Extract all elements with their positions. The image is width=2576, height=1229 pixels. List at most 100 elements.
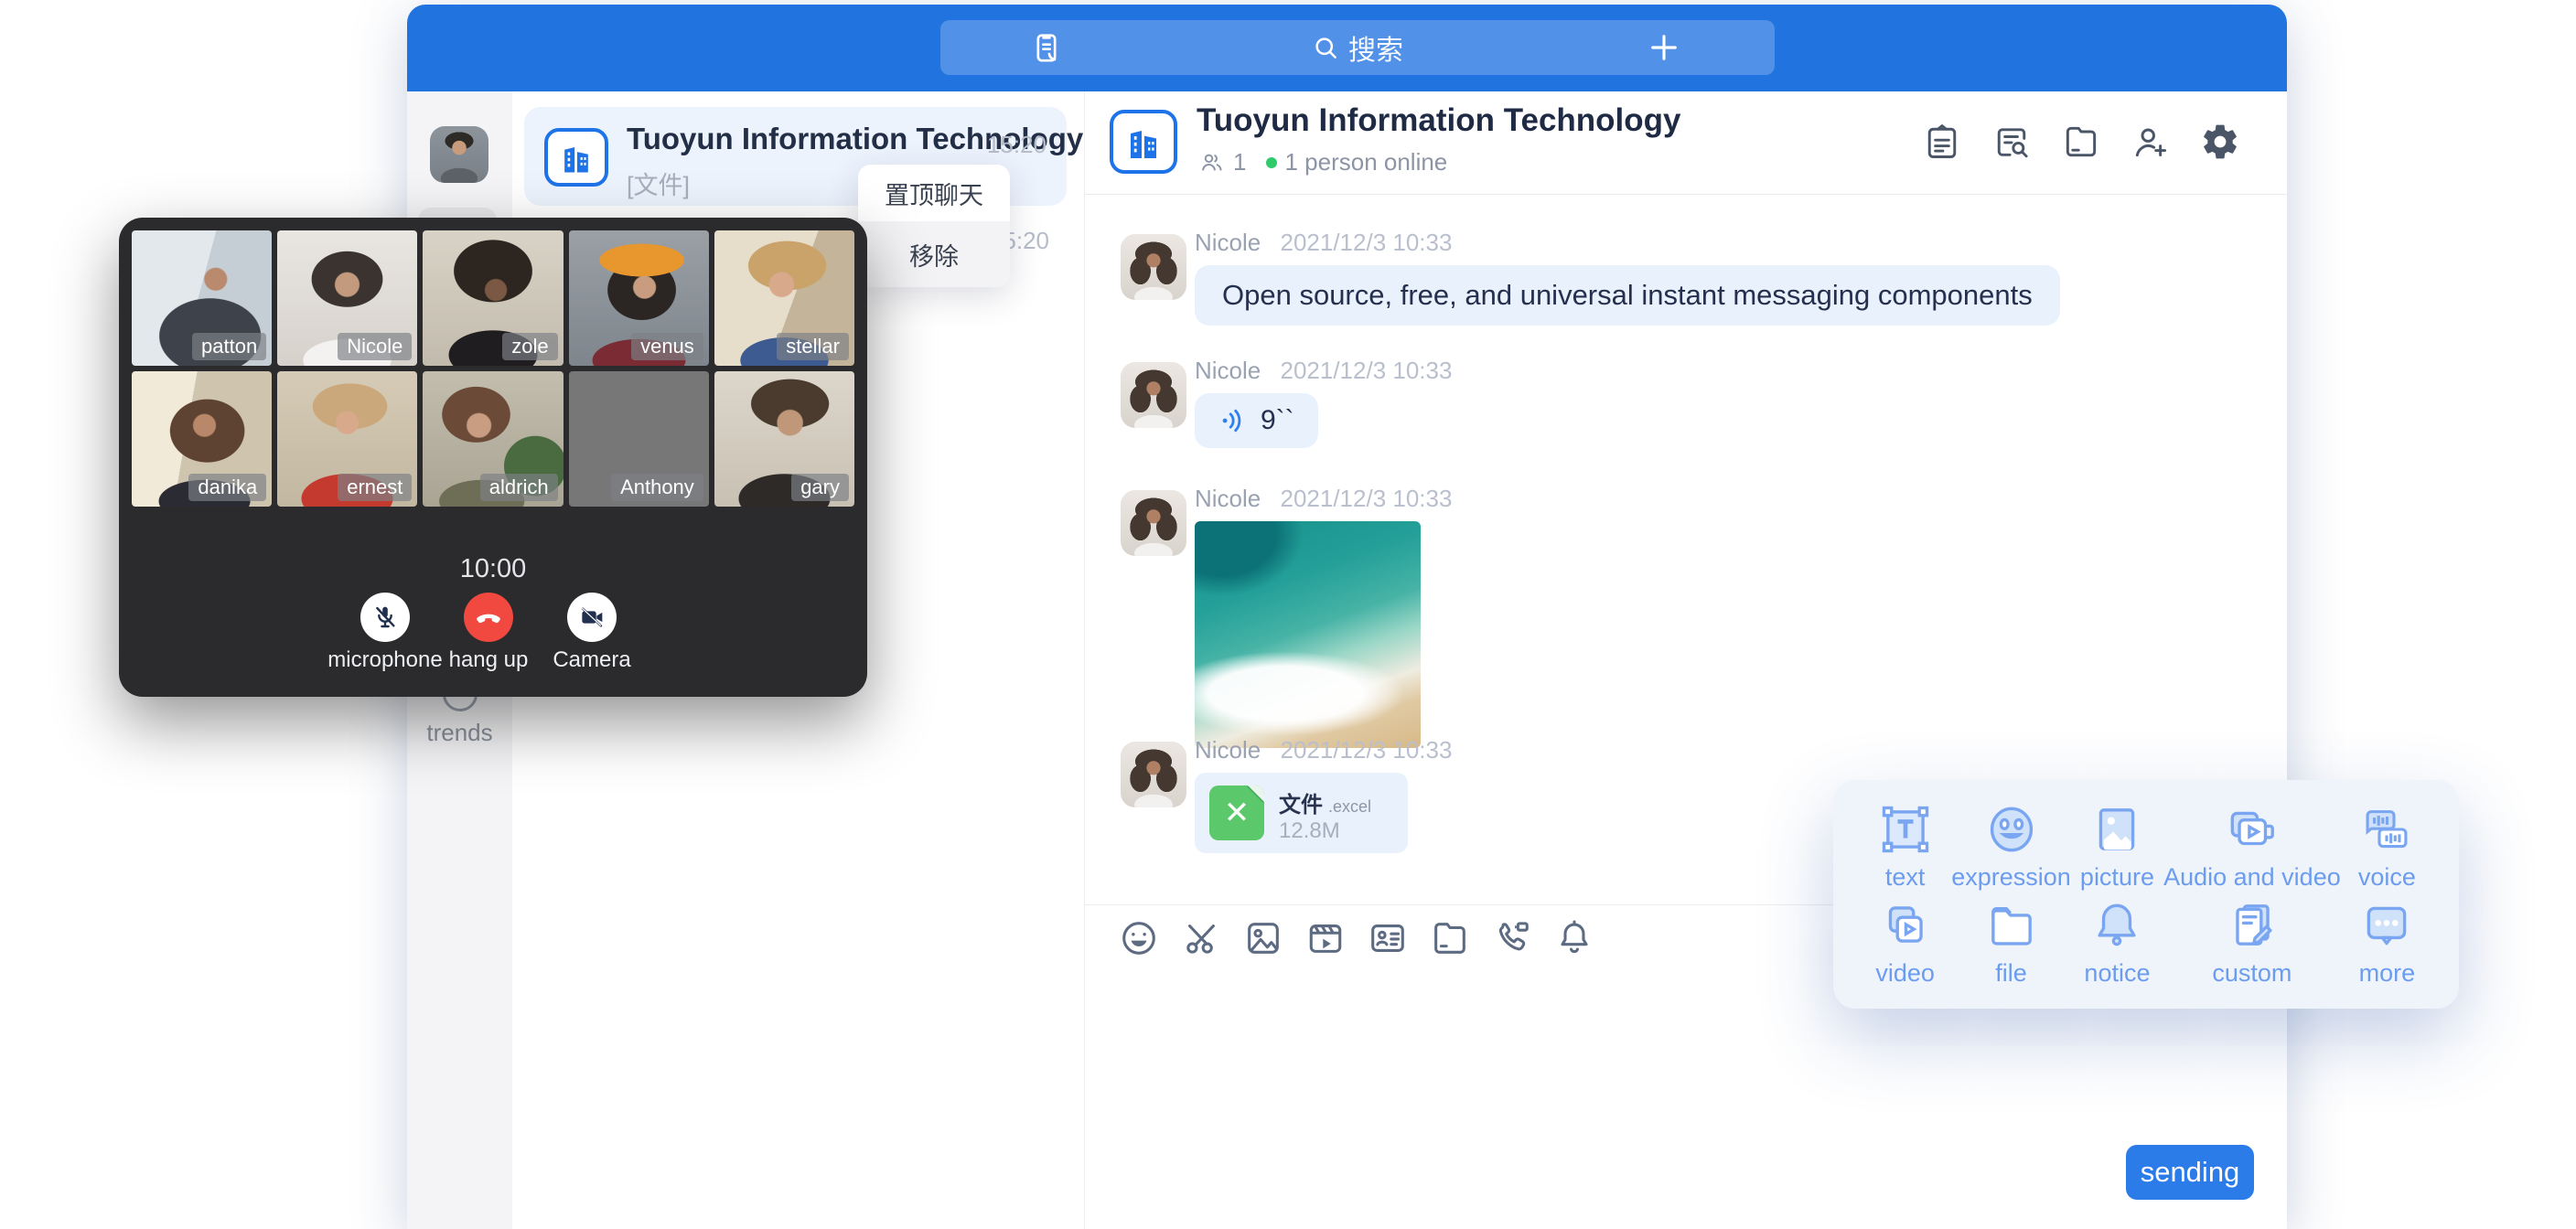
panel-item-notice[interactable]: notice [2071, 894, 2163, 990]
panel-item-picture[interactable]: picture [2071, 798, 2163, 894]
message-bubble[interactable]: Open source, free, and universal instant… [1195, 265, 2060, 326]
hang-up-icon [473, 602, 504, 633]
participant-name: ernest [338, 474, 412, 501]
group-call-window[interactable]: patton Nicole zole venus stellar danika … [119, 218, 867, 697]
camera-mute-button[interactable] [567, 593, 617, 642]
expression-icon [1983, 801, 2040, 858]
panel-label: picture [2080, 863, 2154, 892]
message-time: 2021/12/3 10:33 [1280, 229, 1452, 256]
panel-label: custom [2212, 959, 2292, 988]
chat-panel: Tuoyun Information Technology 1 1 person… [1085, 91, 2287, 1229]
chat-header: Tuoyun Information Technology 1 1 person… [1085, 91, 2287, 195]
notice-icon [2088, 897, 2145, 954]
participant-name: aldrich [480, 474, 558, 501]
context-menu: 置顶聊天 移除 [858, 165, 1010, 287]
poll-icon[interactable] [1921, 121, 1963, 163]
file-ext: .excel [1328, 797, 1371, 816]
trends-label: trends [407, 719, 512, 747]
member-count: 1 [1233, 148, 1246, 176]
video-tile[interactable]: ernest [277, 371, 417, 507]
text-icon [1877, 801, 1934, 858]
sender-name: Nicole [1195, 229, 1261, 256]
sender-name: Nicole [1195, 736, 1261, 764]
contact-card-icon[interactable] [1367, 917, 1409, 959]
menu-item-pin-chat[interactable]: 置顶聊天 [858, 165, 1010, 221]
add-member-icon[interactable] [2130, 121, 2172, 163]
file-panel-icon [1983, 897, 2040, 954]
panel-label: voice [2358, 863, 2416, 892]
call-icon[interactable] [1491, 917, 1533, 959]
video-tile[interactable]: danika [132, 371, 272, 507]
search-history-icon[interactable] [1991, 121, 2033, 163]
member-row: 1 1 person online [1198, 148, 1447, 176]
video-tile[interactable]: stellar [714, 230, 854, 366]
message-time: 2021/12/3 10:33 [1280, 357, 1452, 384]
participant-name: patton [192, 333, 266, 360]
participant-name: danika [188, 474, 266, 501]
video-tile[interactable]: patton [132, 230, 272, 366]
video-clapper-icon[interactable] [1304, 917, 1347, 959]
custom-icon [2224, 897, 2281, 954]
add-icon[interactable] [1645, 28, 1683, 67]
participant-name: Anthony [611, 474, 703, 501]
screenshot-scissors-icon[interactable] [1180, 917, 1222, 959]
panel-item-text[interactable]: text [1859, 798, 1951, 894]
online-dot-icon [1266, 157, 1277, 168]
folder-icon[interactable] [1429, 917, 1471, 959]
panel-item-custom[interactable]: custom [2163, 894, 2341, 990]
voice-bubble[interactable]: 9`` [1195, 393, 1318, 448]
files-icon[interactable] [2060, 121, 2102, 163]
search-placeholder: 搜索 [1348, 27, 1403, 68]
search-icon [1312, 34, 1339, 61]
file-bubble[interactable]: ✕ 文件.excel 12.8M [1195, 773, 1408, 853]
video-tile[interactable]: aldrich [423, 371, 563, 507]
avatar[interactable] [1121, 490, 1186, 556]
panel-label: Audio and video [2163, 863, 2341, 892]
panel-item-video[interactable]: video [1859, 894, 1951, 990]
panel-item-expression[interactable]: expression [1951, 798, 2071, 894]
panel-label: file [1995, 959, 2027, 988]
search-bar[interactable]: 搜索 [940, 20, 1775, 75]
panel-label: more [2359, 959, 2416, 988]
menu-item-remove[interactable]: 移除 [858, 221, 1010, 287]
notification-bell-icon[interactable] [1553, 917, 1595, 959]
avatar[interactable] [1121, 234, 1186, 300]
organization-icon [1110, 110, 1177, 174]
avatar[interactable] [1121, 362, 1186, 428]
panel-item-voice[interactable]: voice [2341, 798, 2433, 894]
send-button[interactable]: sending [2126, 1145, 2254, 1200]
panel-item-more[interactable]: more [2341, 894, 2433, 990]
beach-photo[interactable] [1195, 521, 1421, 748]
microphone-muted-icon [370, 603, 400, 632]
video-tile[interactable]: Nicole [277, 230, 417, 366]
camera-label: Camera [500, 647, 683, 673]
hang-up-button[interactable] [464, 593, 513, 642]
video-tile[interactable]: Anthony [569, 371, 709, 507]
video-tile[interactable]: gary [714, 371, 854, 507]
avatar[interactable] [1121, 742, 1186, 807]
video-tile[interactable]: venus [569, 230, 709, 366]
chat-header-actions [1921, 121, 2241, 163]
video-tile[interactable]: zole [423, 230, 563, 366]
voice-duration: 9`` [1261, 405, 1294, 436]
conversation-time: 15:20 [987, 131, 1046, 159]
camera-muted-icon [577, 603, 606, 632]
conversation-last-message: [文件] [627, 166, 690, 201]
sender-name: Nicole [1195, 485, 1261, 512]
voice-wave-icon [1218, 405, 1250, 436]
call-timer: 10:00 [119, 554, 867, 584]
microphone-mute-button[interactable] [360, 593, 410, 642]
file-size: 12.8M [1279, 818, 1340, 844]
video-panel-icon [1877, 897, 1934, 954]
members-icon [1198, 150, 1226, 176]
settings-gear-icon[interactable] [2199, 121, 2241, 163]
participant-name: gary [791, 474, 849, 501]
panel-item-audio-video[interactable]: Audio and video [2163, 798, 2341, 894]
panel-label: video [1875, 959, 1935, 988]
panel-label: expression [1951, 863, 2071, 892]
organization-icon [544, 128, 608, 187]
user-avatar[interactable] [430, 126, 488, 183]
picture-icon[interactable] [1242, 917, 1284, 959]
panel-item-file[interactable]: file [1951, 894, 2071, 990]
emoji-icon[interactable] [1118, 917, 1160, 959]
